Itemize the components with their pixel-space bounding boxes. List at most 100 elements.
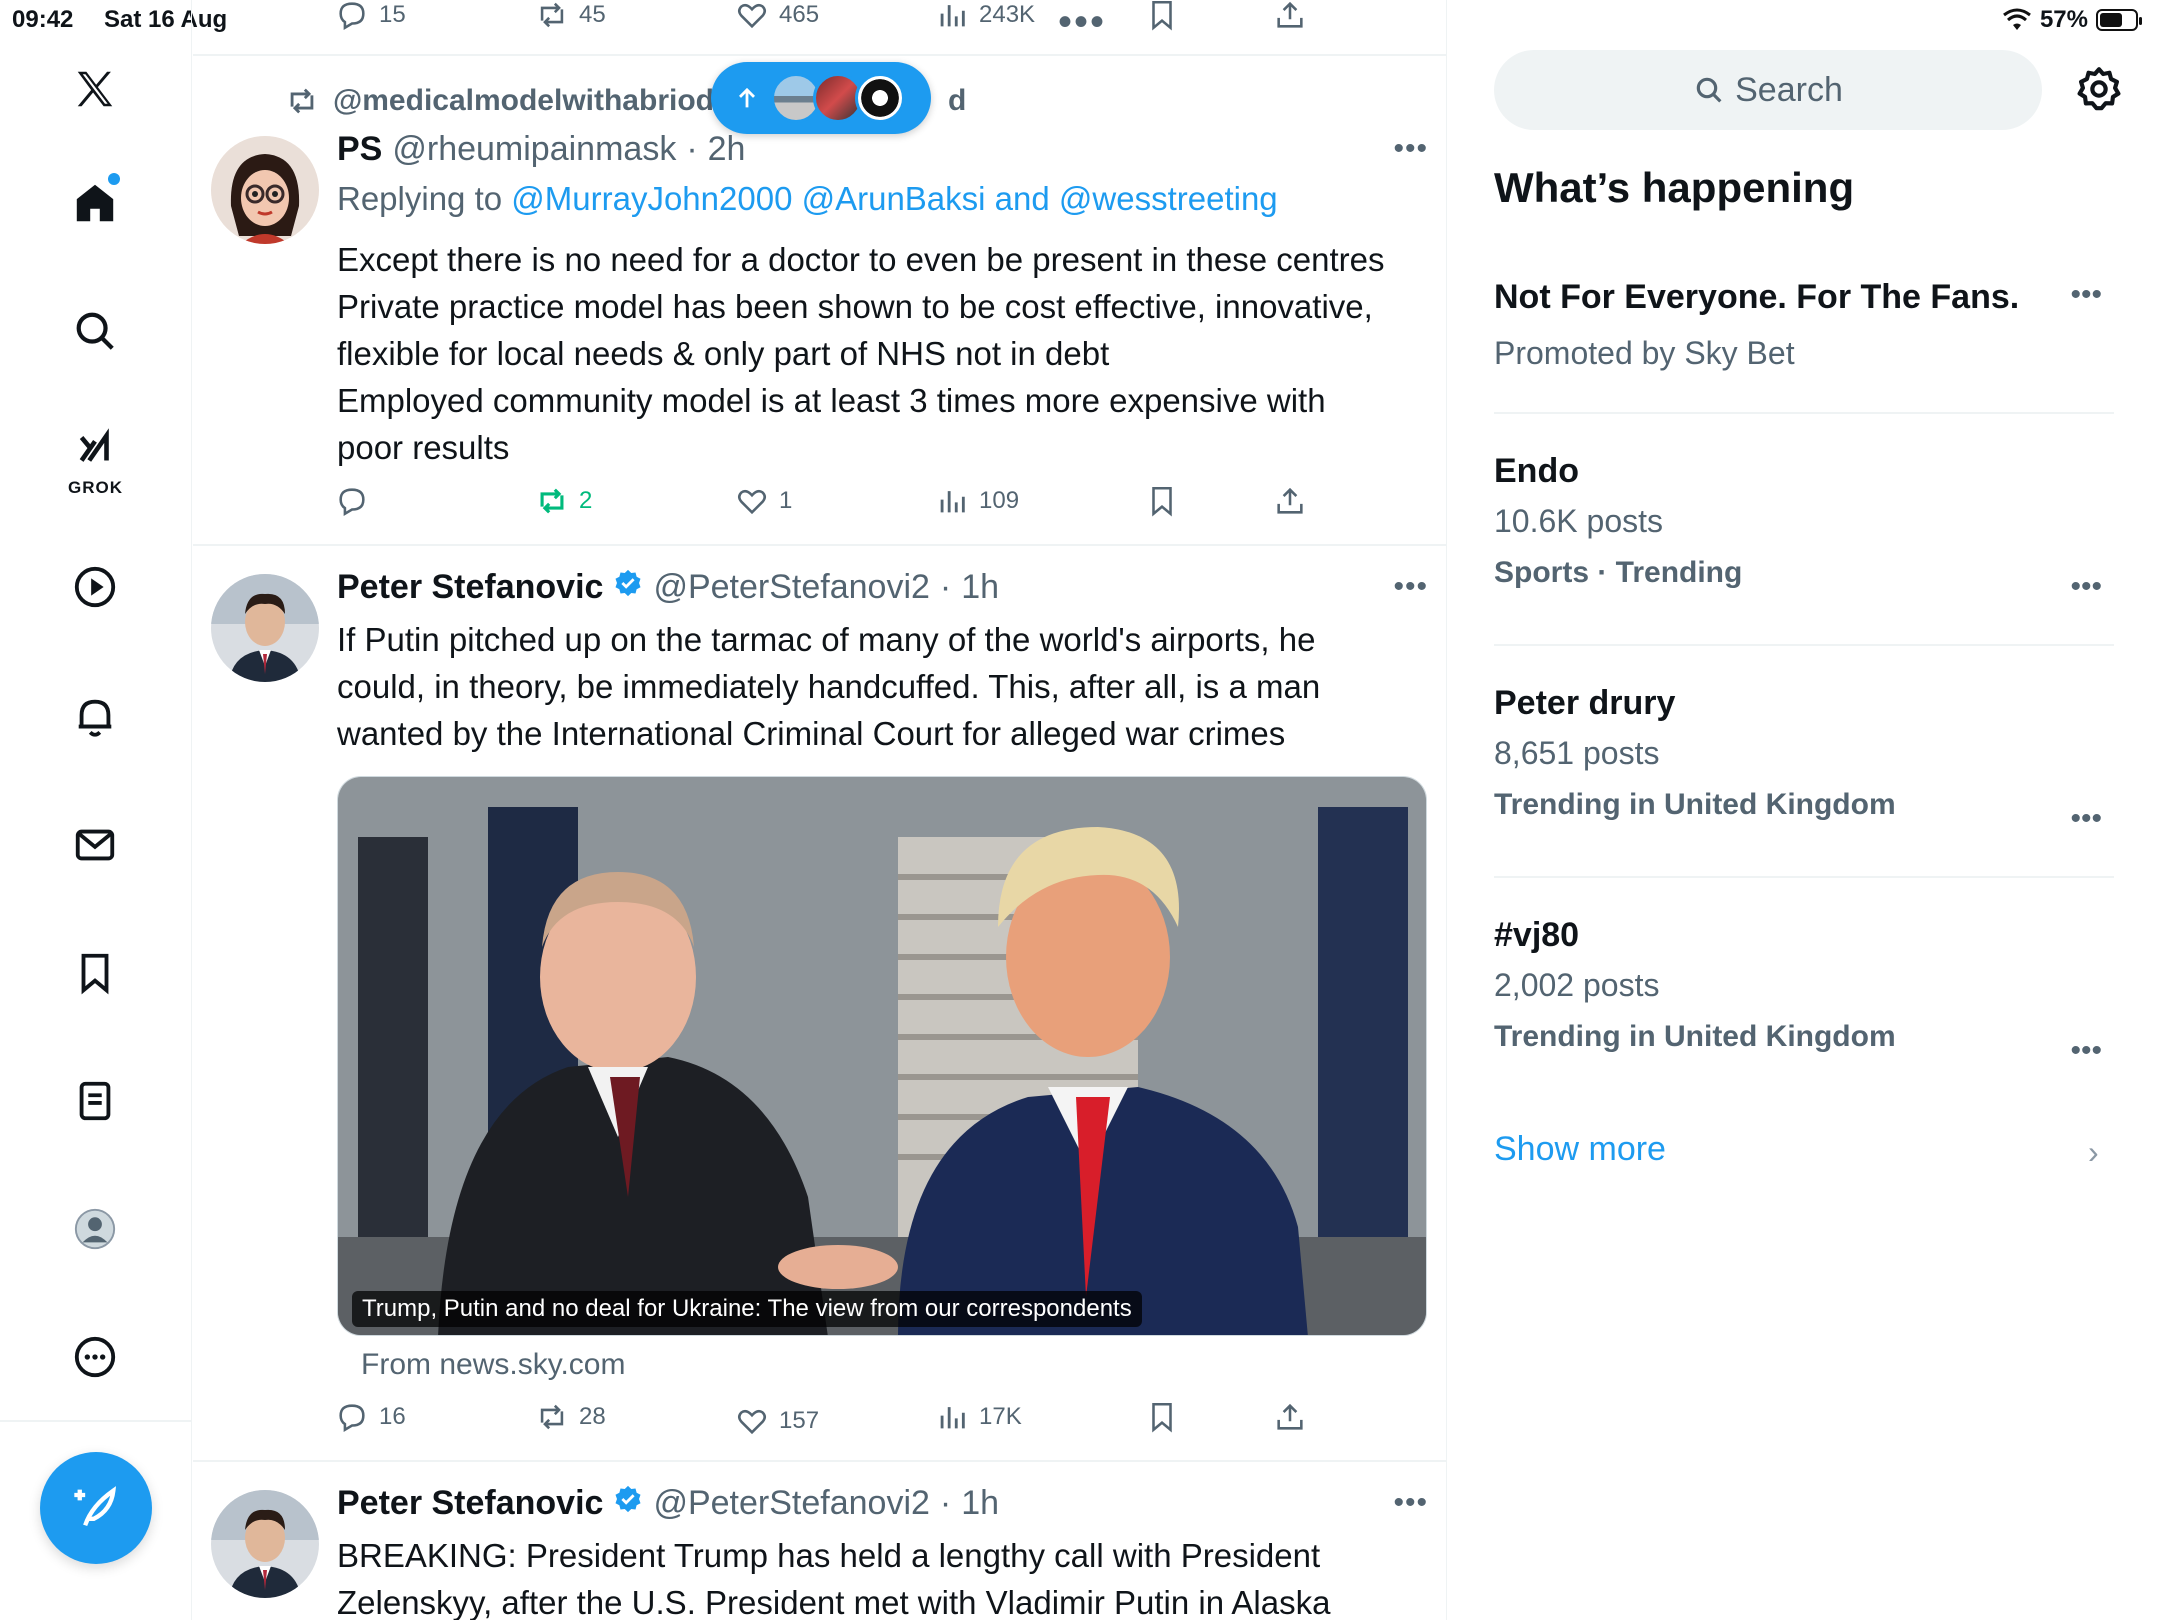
- reply-button[interactable]: 16: [335, 1400, 406, 1434]
- trend-more-icon[interactable]: •••: [2070, 278, 2102, 312]
- repost-button[interactable]: 45: [535, 0, 606, 32]
- like-button[interactable]: 465: [735, 0, 819, 32]
- views-button[interactable]: 109: [935, 484, 1019, 518]
- trend-category: Trending in United Kingdom: [1494, 1020, 1896, 1053]
- trend-promoted: Promoted by Sky Bet: [1494, 335, 1795, 371]
- views-chart-icon: [940, 491, 965, 513]
- bookmark-icon: [1152, 0, 1172, 31]
- bookmarks-icon[interactable]: [62, 940, 128, 1006]
- post-more-icon[interactable]: •••: [1393, 570, 1428, 604]
- avatar[interactable]: [211, 1490, 319, 1598]
- share-button[interactable]: [1273, 0, 1307, 32]
- post-time[interactable]: 1h: [961, 568, 999, 607]
- timeline-feed[interactable]: 15 45 465 243K ••• @medicalmodelwithabri…: [193, 0, 1447, 1620]
- post-more-icon[interactable]: •••: [1393, 1486, 1428, 1520]
- trend-post-count: 2,002 posts: [1494, 967, 1660, 1003]
- share-button[interactable]: [1273, 1400, 1307, 1434]
- verified-badge-icon: [615, 569, 641, 597]
- tweet-header: Peter Stefanovic @PeterStefanovi2 · 1h: [337, 568, 999, 607]
- bookmark-button[interactable]: [1145, 1400, 1179, 1434]
- grok-label: GROK: [68, 478, 123, 497]
- lists-icon[interactable]: [62, 1068, 128, 1134]
- author-handle[interactable]: @PeterStefanovi2: [653, 568, 929, 607]
- trend-more-icon[interactable]: •••: [2070, 570, 2102, 604]
- trend-item[interactable]: Endo 10.6K posts Sports · Trending •••: [1494, 452, 2114, 603]
- like-button[interactable]: 157: [735, 1404, 819, 1438]
- whats-happening-title: What’s happening: [1494, 164, 1855, 211]
- trend-divider: [1494, 876, 2114, 878]
- home-notification-dot: [108, 173, 120, 185]
- tweet-text: Except there is no need for a doctor to …: [337, 236, 1427, 471]
- tweet-text-line: wanted by the International Criminal Cou…: [337, 715, 1286, 752]
- video-play-icon[interactable]: [62, 554, 128, 620]
- avatar[interactable]: [211, 136, 319, 244]
- post-time[interactable]: 1h: [961, 1484, 999, 1523]
- reply-icon: [339, 488, 365, 517]
- trend-item[interactable]: Not For Everyone. For The Fans. Promoted…: [1494, 278, 2114, 372]
- separator-dot: ·: [939, 568, 952, 606]
- right-sidebar: Search What’s happening Not For Everyone…: [1448, 0, 2160, 1620]
- separator-dot: ·: [686, 130, 698, 168]
- views-count: 17K: [979, 1403, 1022, 1430]
- tweet-text-line: Employed community model is at least 3 t…: [337, 382, 1326, 419]
- link-card[interactable]: Trump, Putin and no deal for Ukraine: Th…: [337, 776, 1427, 1336]
- post-time[interactable]: 2h: [708, 130, 746, 169]
- search-icon[interactable]: [62, 298, 128, 364]
- trend-item[interactable]: Peter drury 8,651 posts Trending in Unit…: [1494, 684, 2114, 835]
- replying-to-users[interactable]: @MurrayJohn2000 @ArunBaksi and @wesstree…: [511, 180, 1277, 217]
- trend-title: Not For Everyone. For The Fans.: [1494, 278, 2020, 316]
- x-logo-icon[interactable]: [62, 56, 128, 122]
- like-count: 465: [779, 1, 820, 28]
- trend-more-icon[interactable]: •••: [2070, 1034, 2102, 1068]
- retweet-context-tail: d: [947, 84, 967, 117]
- author-name[interactable]: PS: [337, 130, 382, 169]
- tweet-text: If Putin pitched up on the tarmac of man…: [337, 616, 1427, 757]
- replying-to-label: Replying to: [337, 180, 503, 217]
- profile-avatar-icon[interactable]: [62, 1196, 128, 1262]
- replying-to: Replying to @MurrayJohn2000 @ArunBaksi a…: [337, 180, 1278, 218]
- heart-icon: [737, 489, 767, 515]
- author-name[interactable]: Peter Stefanovic: [337, 568, 603, 607]
- tweet-text-line: flexible for local needs & only part of …: [337, 335, 1110, 372]
- bookmark-button[interactable]: [1145, 0, 1179, 32]
- compose-feather-icon: [74, 1486, 117, 1527]
- author-name[interactable]: Peter Stefanovic: [337, 1484, 603, 1523]
- author-handle[interactable]: @PeterStefanovi2: [653, 1484, 929, 1523]
- heart-icon: [737, 1409, 767, 1435]
- trend-more-icon[interactable]: •••: [2070, 802, 2102, 836]
- reply-button[interactable]: 15: [335, 0, 406, 32]
- show-more-link[interactable]: Show more: [1494, 1130, 1666, 1169]
- post-divider: [193, 544, 1446, 546]
- author-handle[interactable]: @rheumipainmask: [392, 130, 676, 169]
- reply-count: 16: [379, 1403, 406, 1430]
- tweet-text-line: could, in theory, be immediately handcuf…: [337, 668, 1321, 705]
- trend-category: Sports · Trending: [1494, 556, 1743, 589]
- views-count: 109: [979, 487, 1020, 514]
- grok-icon[interactable]: [62, 416, 128, 482]
- tweet-text: BREAKING: President Trump has held a len…: [337, 1532, 1427, 1620]
- like-button[interactable]: 1: [735, 484, 792, 518]
- bookmark-button[interactable]: [1145, 484, 1179, 518]
- settings-gear-icon[interactable]: [2074, 64, 2124, 114]
- messages-envelope-icon[interactable]: [62, 812, 128, 878]
- repost-button[interactable]: 2: [535, 484, 592, 518]
- trend-divider: [1494, 412, 2114, 414]
- notifications-bell-icon[interactable]: [62, 684, 128, 750]
- share-button[interactable]: [1273, 484, 1307, 518]
- views-button[interactable]: 243K: [935, 0, 1035, 32]
- repost-button[interactable]: 28: [535, 1400, 606, 1434]
- repost-count: 45: [579, 1, 606, 28]
- post-more-icon[interactable]: •••: [1393, 132, 1428, 166]
- arrow-up-icon: [739, 87, 755, 108]
- compose-post-button[interactable]: [40, 1452, 152, 1564]
- views-button[interactable]: 17K: [935, 1400, 1022, 1434]
- more-options-icon[interactable]: [62, 1324, 128, 1390]
- search-input[interactable]: Search: [1494, 50, 2042, 130]
- reply-button[interactable]: [335, 484, 379, 518]
- views-chart-icon: [940, 5, 965, 27]
- avatar[interactable]: [211, 574, 319, 682]
- trend-item[interactable]: #vj80 2,002 posts Trending in United Kin…: [1494, 916, 2114, 1067]
- search-icon: [1696, 77, 1722, 103]
- link-card-source[interactable]: From news.sky.com: [361, 1348, 625, 1382]
- new-posts-pill[interactable]: [711, 62, 931, 134]
